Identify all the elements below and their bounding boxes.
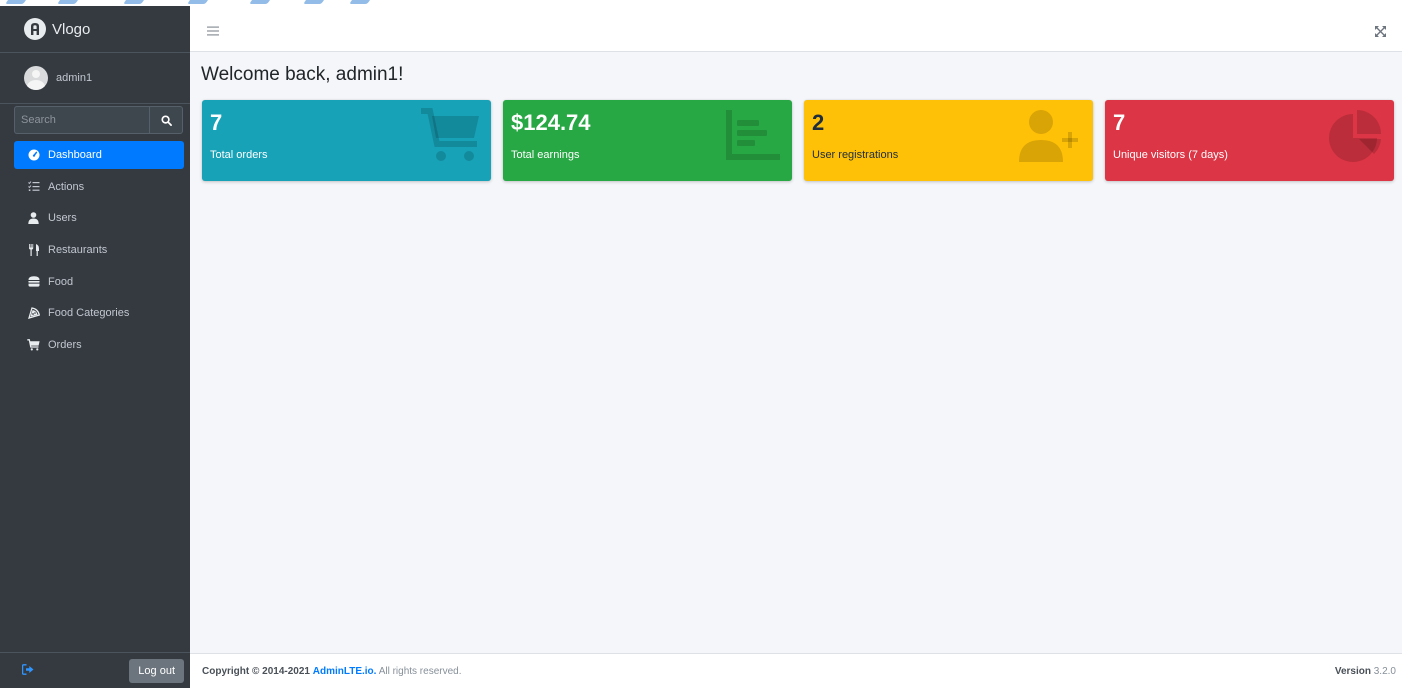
version-number: 3.2.0 <box>1373 666 1396 677</box>
search-icon <box>160 114 172 126</box>
stat-label: User registrations <box>812 149 899 161</box>
adminlte-link[interactable]: AdminLTE.io. <box>313 666 377 677</box>
brand-logo-icon <box>24 18 46 40</box>
sidebar-search <box>14 106 183 134</box>
sidebar-item-dashboard[interactable]: Dashboard <box>14 141 184 169</box>
burger-icon <box>27 275 40 288</box>
sidebar-item-actions[interactable]: Actions <box>14 173 184 201</box>
stat-box-total-orders[interactable]: 7 Total orders <box>202 100 491 181</box>
stat-value: 7 <box>1113 110 1126 135</box>
sidebar-item-label: Restaurants <box>48 244 108 257</box>
cart-icon <box>421 108 481 169</box>
stat-value: $124.74 <box>511 110 591 135</box>
stat-label: Total orders <box>210 149 268 161</box>
sidebar-item-users[interactable]: Users <box>14 204 184 232</box>
page-footer: Copyright © 2014-2021 AdminLTE.io. All r… <box>190 653 1402 688</box>
sidebar-item-label: Actions <box>48 180 85 193</box>
sidebar-item-label: Food Categories <box>48 307 130 320</box>
sidebar-item-label: Dashboard <box>48 149 102 161</box>
page-title: Welcome back, admin1! <box>201 64 404 85</box>
sidebar-item-label: Orders <box>48 339 82 352</box>
user-icon <box>27 212 40 225</box>
stat-value: 7 <box>210 110 223 135</box>
stat-box-unique-visitors[interactable]: 7 Unique visitors (7 days) <box>1105 100 1394 181</box>
user-panel[interactable]: admin1 <box>0 53 190 104</box>
footer-version: Version 3.2.0 <box>1335 666 1396 677</box>
tachometer-icon <box>27 149 40 162</box>
sidebar-item-food[interactable]: Food <box>14 268 184 296</box>
stat-box-user-registrations[interactable]: 2 User registrations <box>804 100 1093 181</box>
brand-name: Vlogo <box>52 20 91 38</box>
copyright-text: Copyright © 2014-2021 <box>202 666 310 677</box>
pie-chart-icon <box>1326 108 1384 169</box>
rights-text: All rights reserved. <box>378 666 462 677</box>
brand-link[interactable]: Vlogo <box>0 6 190 53</box>
version-label: Version <box>1334 666 1371 677</box>
logout-button[interactable]: Log out <box>129 658 184 683</box>
sidebar-item-label: Food <box>48 275 74 288</box>
sign-out-icon[interactable] <box>21 662 34 680</box>
stat-label: Unique visitors (7 days) <box>1113 149 1228 161</box>
search-input[interactable] <box>14 106 149 134</box>
search-button[interactable] <box>149 106 183 134</box>
pizza-slice-icon <box>27 307 40 320</box>
stat-value: 2 <box>812 110 825 135</box>
sidebar-item-restaurants[interactable]: Restaurants <box>14 236 184 264</box>
cart-icon <box>27 339 40 352</box>
utensils-icon <box>27 244 40 257</box>
stat-label: Total earnings <box>511 149 580 161</box>
sidebar-item-label: Users <box>48 212 77 225</box>
menu-toggle-icon[interactable] <box>207 23 219 41</box>
fullscreen-icon[interactable] <box>1375 24 1386 42</box>
footer-copyright: Copyright © 2014-2021 AdminLTE.io. All r… <box>202 666 462 677</box>
bar-chart-icon <box>724 108 782 169</box>
sidebar-nav: Dashboard Actions Users Restaurants Food <box>14 141 184 363</box>
sidebar-item-orders[interactable]: Orders <box>14 331 184 359</box>
list-check-icon <box>27 180 40 193</box>
top-navbar <box>190 6 1402 52</box>
user-plus-icon <box>1017 108 1083 169</box>
user-name: admin1 <box>56 72 93 84</box>
sidebar: Vlogo admin1 Dashboard Actions Users <box>0 6 190 688</box>
stat-box-total-earnings[interactable]: $124.74 Total earnings <box>503 100 792 181</box>
sidebar-footer: Log out <box>0 652 190 688</box>
avatar <box>24 66 48 90</box>
sidebar-item-food-categories[interactable]: Food Categories <box>14 299 184 327</box>
